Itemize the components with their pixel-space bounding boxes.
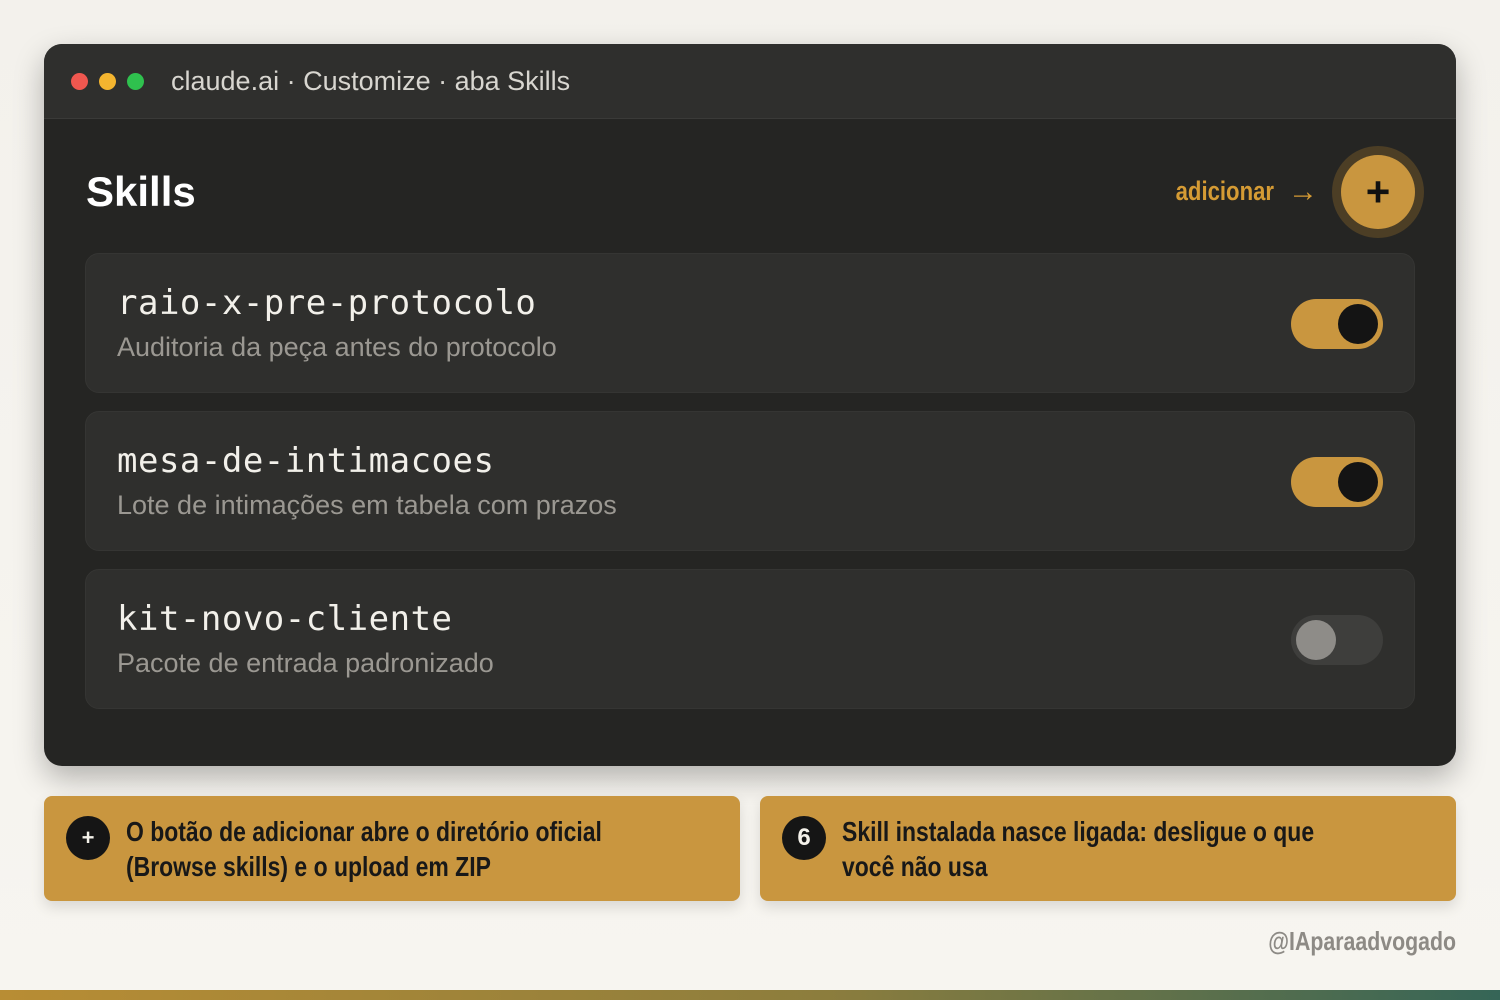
- watermark: @IAparaadvogado: [1268, 926, 1456, 956]
- note-text: O botão de adicionar abre o diretório of…: [126, 816, 602, 882]
- skill-toggle[interactable]: [1291, 615, 1383, 665]
- bottom-accent-strip: [0, 990, 1500, 1000]
- window-title: claude.ai · Customize · aba Skills: [171, 65, 571, 96]
- skill-card: kit-novo-cliente Pacote de entrada padro…: [85, 569, 1415, 709]
- note-installed-skill: 6 Skill instalada nasce ligada: desligue…: [760, 796, 1456, 901]
- toggle-knob: [1338, 462, 1378, 502]
- skill-toggle[interactable]: [1291, 299, 1383, 349]
- title-bar: claude.ai · Customize · aba Skills: [44, 44, 1456, 119]
- number-badge: 6: [782, 816, 826, 860]
- app-window: claude.ai · Customize · aba Skills Skill…: [44, 44, 1456, 766]
- note-text: Skill instalada nasce ligada: desligue o…: [842, 816, 1315, 882]
- skill-description: Auditoria da peça antes do protocolo: [117, 332, 557, 362]
- skill-description: Pacote de entrada padronizado: [117, 648, 494, 678]
- skill-card: mesa-de-intimacoes Lote de intimações em…: [85, 411, 1415, 551]
- skill-name: raio-x-pre-protocolo: [117, 283, 537, 323]
- minimize-window-dot[interactable]: [99, 72, 116, 90]
- add-skill-group: adicionar → +: [1154, 145, 1424, 238]
- maximize-window-dot[interactable]: [127, 72, 144, 90]
- toggle-knob: [1296, 620, 1336, 660]
- skills-header: Skills adicionar → +: [86, 144, 1424, 239]
- plus-badge-icon: +: [66, 816, 110, 860]
- skill-toggle[interactable]: [1291, 457, 1383, 507]
- add-skill-button[interactable]: +: [1332, 145, 1424, 238]
- skill-list: raio-x-pre-protocolo Auditoria da peça a…: [85, 253, 1415, 727]
- skill-name: kit-novo-cliente: [117, 599, 453, 639]
- close-window-dot[interactable]: [71, 72, 88, 90]
- skill-card: raio-x-pre-protocolo Auditoria da peça a…: [85, 253, 1415, 393]
- callout-notes: + O botão de adicionar abre o diretório …: [44, 796, 1456, 901]
- arrow-right-icon: →: [1288, 174, 1318, 208]
- skill-description: Lote de intimações em tabela com prazos: [117, 490, 617, 520]
- skill-name: mesa-de-intimacoes: [117, 441, 495, 481]
- toggle-knob: [1338, 304, 1378, 344]
- page-title: Skills: [86, 167, 196, 215]
- add-label: adicionar: [1175, 176, 1274, 206]
- plus-icon: +: [1341, 154, 1415, 229]
- note-add-button: + O botão de adicionar abre o diretório …: [44, 796, 740, 901]
